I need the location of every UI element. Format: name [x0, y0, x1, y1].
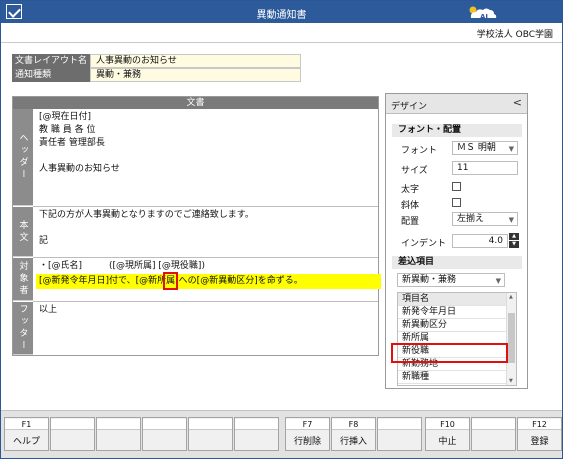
- design-title: デザイン: [391, 102, 428, 112]
- doc-line[interactable]: 記: [39, 235, 48, 248]
- layout-name-field[interactable]: 人事異動のお知らせ: [90, 54, 301, 68]
- f12-register-button[interactable]: F12 登録: [517, 417, 562, 451]
- notice-type-label: 通知種類: [12, 68, 90, 82]
- annotation-mark: [163, 272, 178, 290]
- f8-insert-row-button[interactable]: F8 行挿入: [331, 417, 376, 451]
- size-field[interactable]: 11: [452, 161, 518, 175]
- insert-field-list[interactable]: 項目名 新発令年月日 新異動区分 新所属 新役職 新勤務地 新職種 ▲ ▼: [397, 292, 517, 386]
- section-footer-body[interactable]: 以上: [33, 302, 378, 355]
- svg-text:AI: AI: [480, 13, 488, 21]
- doc-line[interactable]: 下記の方が人事異動となりますのでご連絡致します。: [39, 209, 254, 222]
- spin-down-icon[interactable]: ▼: [509, 241, 519, 248]
- doc-line[interactable]: 以上: [39, 304, 57, 317]
- org-name: 学校法人 OBC学園: [476, 30, 553, 40]
- chevron-down-icon: ▼: [495, 277, 501, 285]
- list-item[interactable]: 新異動区分: [398, 319, 506, 332]
- insert-group-title: 差込項目: [392, 256, 522, 269]
- org-bar: 学校法人 OBC学園: [1, 23, 562, 43]
- list-scrollbar[interactable]: ▲ ▼: [506, 293, 516, 385]
- italic-label: 斜体: [401, 201, 420, 211]
- selection-annotation-mark: [391, 343, 508, 363]
- font-label: フォント: [401, 146, 438, 156]
- f10-cancel-button[interactable]: F10 中止: [425, 417, 470, 451]
- section-label-target: 対象者: [13, 258, 33, 301]
- font-group-title: フォント・配置: [392, 124, 522, 137]
- doc-line[interactable]: 教 職 員 各 位: [39, 124, 95, 137]
- fkey-button[interactable]: [96, 417, 141, 451]
- doc-line[interactable]: 責任者 管理部長: [39, 137, 105, 150]
- fkey-button[interactable]: [188, 417, 233, 451]
- align-label: 配置: [401, 217, 420, 227]
- font-select[interactable]: ＭＳ 明朝 ▼: [452, 141, 518, 155]
- bold-label: 太字: [401, 185, 420, 195]
- section-target-body[interactable]: ・[@氏名] ([@現所属] [@現役職]) [@新発令年月日]付で、[@新所属…: [33, 258, 381, 301]
- notice-type-field[interactable]: 異動・兼務: [90, 68, 301, 82]
- indent-field[interactable]: 4.0: [452, 234, 508, 248]
- f1-help-button[interactable]: F1 ヘルプ: [4, 417, 49, 451]
- fkey-button[interactable]: [142, 417, 187, 451]
- doc-line[interactable]: ・[@氏名] ([@現所属] [@現役職]): [39, 260, 205, 273]
- title-bar: 異動通知書 AI: [1, 1, 562, 23]
- design-panel-header: デザイン <: [386, 94, 527, 114]
- document-title: 文書: [13, 97, 378, 109]
- bold-checkbox[interactable]: [452, 182, 461, 191]
- indent-label: インデント: [401, 239, 447, 249]
- scroll-down-icon[interactable]: ▼: [509, 378, 513, 384]
- fkey-button[interactable]: [377, 417, 422, 451]
- chevron-down-icon: ▼: [508, 216, 514, 224]
- function-key-bar: F1 ヘルプ F7 行削除 F8 行挿入 F10 中止 F12 登録: [1, 410, 562, 458]
- section-header-body[interactable]: [@現在日付] 教 職 員 各 位 責任者 管理部長 人事異動のお知らせ: [33, 109, 378, 206]
- list-item[interactable]: 新発令年月日: [398, 306, 506, 319]
- section-label-body: 本文: [13, 207, 33, 257]
- chevron-down-icon: ▼: [508, 145, 514, 153]
- indent-spinner[interactable]: ▲ ▼: [509, 233, 519, 248]
- layout-name-label: 文書レイアウト名: [12, 54, 90, 68]
- section-label-header: ヘッダー: [13, 109, 33, 206]
- align-select[interactable]: 左揃え ▼: [452, 212, 518, 226]
- section-label-footer: フッター: [13, 302, 33, 355]
- list-item[interactable]: 新職種: [398, 371, 506, 384]
- insert-select[interactable]: 新異動・兼務 ▼: [397, 273, 505, 287]
- cloud-ai-logo-icon: AI: [469, 6, 497, 21]
- f7-delete-row-button[interactable]: F7 行削除: [285, 417, 330, 451]
- main-window: 異動通知書 AI 学校法人 OBC学園 文書レイアウト名 人事異動のお知らせ 通…: [0, 0, 563, 459]
- fkey-button[interactable]: [234, 417, 279, 451]
- scroll-up-icon[interactable]: ▲: [509, 294, 513, 300]
- scroll-thumb[interactable]: [508, 313, 515, 363]
- highlighted-line[interactable]: [@新発令年月日]付で、[@新所属]への[@新異動区分]を命ずる。: [36, 272, 381, 290]
- spin-up-icon[interactable]: ▲: [509, 233, 519, 240]
- fkey-button[interactable]: [471, 417, 516, 451]
- list-header: 項目名: [398, 293, 506, 306]
- document-editor: 文書 ヘッダー [@現在日付] 教 職 員 各 位 責任者 管理部長 人事異動の…: [12, 96, 381, 356]
- section-body-body[interactable]: 下記の方が人事異動となりますのでご連絡致します。 記: [33, 207, 378, 257]
- size-label: サイズ: [401, 166, 428, 176]
- doc-line[interactable]: 人事異動のお知らせ: [39, 163, 120, 176]
- doc-line[interactable]: [@現在日付]: [39, 111, 91, 124]
- collapse-button[interactable]: <: [513, 96, 522, 109]
- italic-checkbox[interactable]: [452, 198, 461, 207]
- fkey-button[interactable]: [50, 417, 95, 451]
